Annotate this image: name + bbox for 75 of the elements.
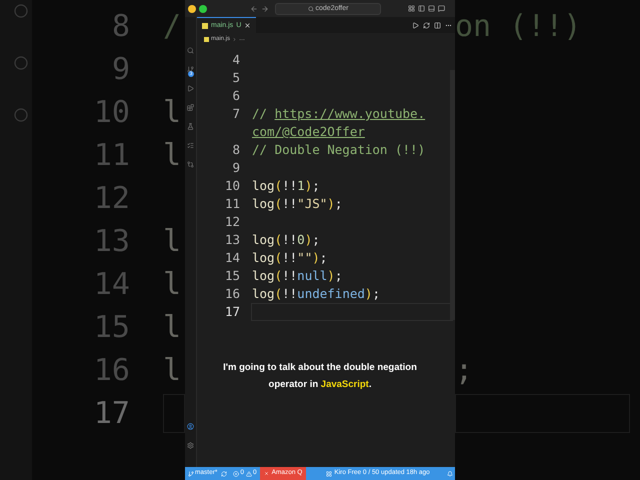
minimize-button[interactable] xyxy=(188,4,196,12)
circle-icon xyxy=(14,108,28,122)
js-file-icon xyxy=(204,36,209,42)
line-number: 14 xyxy=(92,266,130,304)
code-line: log(!!null); xyxy=(252,267,342,285)
compare-icon[interactable] xyxy=(187,161,194,168)
line-number: 14 xyxy=(224,249,240,267)
chat-icon[interactable] xyxy=(438,5,445,12)
line-number: 17 xyxy=(224,303,240,321)
back-icon[interactable] xyxy=(250,4,258,12)
split-icon[interactable] xyxy=(434,22,441,28)
line-number: 13 xyxy=(224,231,240,249)
line-number: 8 xyxy=(110,8,130,46)
line-number: 16 xyxy=(92,352,130,390)
code-line: log(!!undefined); xyxy=(252,285,380,303)
line-number: 4 xyxy=(231,51,240,69)
code-text: l xyxy=(163,223,182,261)
line-number: 9 xyxy=(231,159,240,177)
line-number: 6 xyxy=(231,87,240,105)
caption: I'm going to talk about the double negation operator in JavaScript. xyxy=(222,361,418,392)
grid-icon[interactable] xyxy=(326,470,332,476)
line-number: 8 xyxy=(231,141,240,159)
account-icon[interactable] xyxy=(187,423,194,430)
bell-icon[interactable] xyxy=(447,470,453,476)
code-line: // Double Negation (!!) xyxy=(252,141,426,159)
code-text: l xyxy=(163,94,182,132)
js-file-icon xyxy=(202,22,208,28)
circle-icon xyxy=(14,4,28,18)
code-line: log(!!"JS"); xyxy=(252,195,342,213)
list-icon[interactable] xyxy=(187,142,194,149)
maximize-button[interactable] xyxy=(199,4,207,12)
warning-icon[interactable] xyxy=(246,470,252,476)
search-icon xyxy=(308,6,314,12)
sidebar-icon[interactable] xyxy=(418,5,425,12)
run-icon[interactable] xyxy=(412,22,419,28)
line-number: 11 xyxy=(224,195,240,213)
line-number: 16 xyxy=(224,285,240,303)
settings-icon[interactable] xyxy=(187,442,194,449)
code-line: log(!!0); xyxy=(252,231,320,249)
sync-icon[interactable] xyxy=(423,22,430,28)
line-number: 17 xyxy=(92,395,130,433)
error-icon[interactable] xyxy=(233,470,240,476)
line-number: 12 xyxy=(224,213,240,231)
search-icon[interactable] xyxy=(187,47,194,54)
code-text: ; xyxy=(455,352,474,390)
code-line: log(!!1); xyxy=(252,177,320,195)
blocks-icon[interactable] xyxy=(187,104,194,111)
flask-icon[interactable] xyxy=(187,123,194,130)
code-text: l xyxy=(163,266,182,304)
line-number: 10 xyxy=(92,94,130,132)
chevron-icon xyxy=(232,36,238,42)
line-number: 11 xyxy=(92,137,130,175)
line-number: 7 xyxy=(231,105,240,123)
code-text: on (!!) xyxy=(455,8,582,46)
circle-icon xyxy=(14,56,28,70)
code-text: l xyxy=(163,352,182,390)
line-number: 15 xyxy=(224,267,240,285)
code-line: log(!!""); xyxy=(252,249,328,267)
forward-icon[interactable] xyxy=(261,4,269,12)
code-text: / xyxy=(163,8,182,46)
line-number: 15 xyxy=(92,309,130,347)
line-number: 5 xyxy=(231,69,240,87)
line-number: 12 xyxy=(92,180,130,218)
line-number: 10 xyxy=(224,177,240,195)
panel-icon[interactable] xyxy=(428,5,435,12)
close-icon[interactable] xyxy=(244,22,252,29)
code-text: l xyxy=(163,137,182,175)
line-number: 13 xyxy=(92,223,130,261)
branch-icon[interactable] xyxy=(187,66,194,73)
layout-icon[interactable] xyxy=(408,5,415,12)
link[interactable]: com/@Code2Offer xyxy=(252,124,365,139)
code-text: l xyxy=(163,309,182,347)
link[interactable]: https://www.youtube. xyxy=(274,106,426,121)
code-line: // https://www.youtube. com/@Code2Offer xyxy=(252,105,426,141)
line-number: 9 xyxy=(110,51,130,89)
